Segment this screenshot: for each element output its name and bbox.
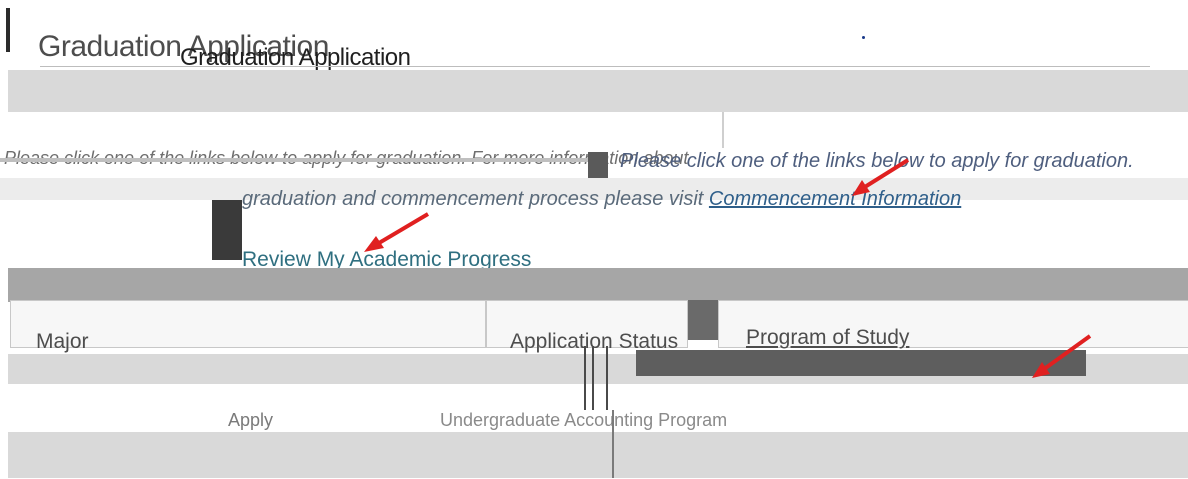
- red-arrow-icon: [362, 212, 430, 254]
- header-divider: [40, 66, 1150, 67]
- vertical-lines: [584, 346, 588, 410]
- header-band: [8, 70, 1188, 112]
- vertical-line: [606, 346, 608, 410]
- table-row-left[interactable]: Apply: [228, 410, 273, 431]
- decorative-dot: [862, 36, 865, 39]
- commencement-information-link[interactable]: Commencement Information: [709, 188, 961, 210]
- program-of-study-header: Program of Study: [746, 326, 910, 349]
- intro-left-band: [0, 158, 590, 162]
- left-bracket-block: [212, 200, 242, 260]
- red-arrow-icon: [850, 158, 910, 198]
- vertical-line: [584, 346, 586, 410]
- vertical-line: [592, 346, 594, 410]
- table-row-band: [8, 432, 1188, 478]
- review-band: [8, 268, 1188, 302]
- page-title-overlay: Graduation Application: [180, 44, 411, 71]
- red-arrow-icon: [1030, 334, 1092, 380]
- table-row-right: Undergraduate Accounting Program: [440, 410, 728, 430]
- table-header-dark-block: [636, 350, 1086, 376]
- major-header: Major: [36, 330, 89, 353]
- intro-second-line-text: graduation and commencement process plea…: [242, 188, 704, 210]
- header-accent-bar: [6, 8, 10, 52]
- status-separator-block: [688, 300, 718, 340]
- row-divider: [612, 410, 614, 478]
- intro-divider: [722, 112, 724, 148]
